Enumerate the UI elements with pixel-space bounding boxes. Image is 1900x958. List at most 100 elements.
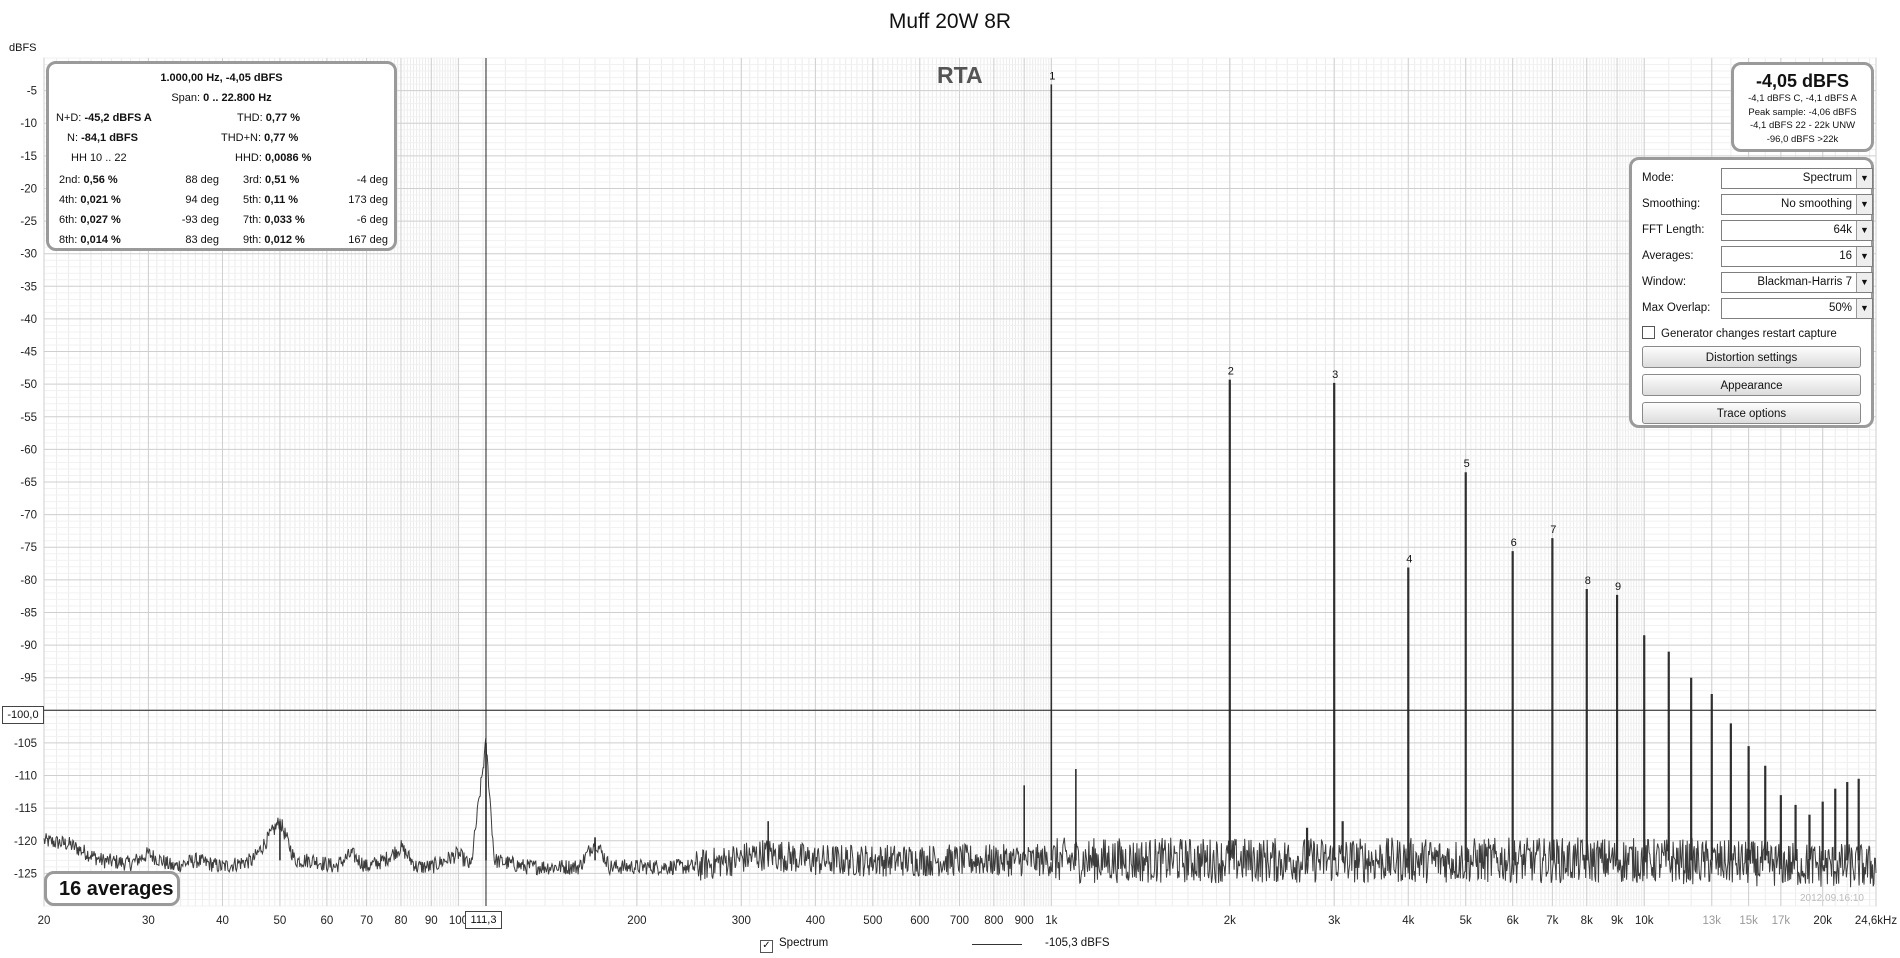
window-label: Window: [1642,276,1687,288]
harmonic-phase: 88 deg [185,174,219,186]
nd-readout: N+D: -45,2 dBFS A [56,112,152,124]
cursor-level-readout[interactable]: -100,0 [2,706,44,724]
y-tick-label: -55 [20,412,37,424]
rta-settings-panel: Mode: Spectrum ▼ Smoothing: No smoothing ▼ F… [1629,157,1874,428]
x-tick-label: 500 [863,915,882,927]
y-tick-label: -5 [27,86,37,98]
x-tick-label: 8k [1581,915,1593,927]
harmonic-marker-label: 4 [1406,553,1412,565]
y-tick-label: -35 [20,281,37,293]
y-tick-label: -85 [20,607,37,619]
hhd-readout: HHD: 0,0086 % [235,152,312,164]
timestamp: 2012.09.16:10 [1800,893,1864,904]
chevron-down-icon[interactable]: ▼ [1856,247,1872,266]
smoothing-row: Smoothing: No smoothing ▼ [1642,194,1873,215]
level-line: -4,1 dBFS 22 - 22k UNW [1749,120,1856,131]
level-meter-panel: -4,05 dBFS -4,1 dBFS C, -4,1 dBFS A Peak… [1731,62,1874,152]
thd-readout: THD: 0,77 % [237,112,300,124]
harmonic-phase: -6 deg [356,214,388,226]
rta-label: RTA [937,62,983,88]
y-tick-label: -70 [20,510,37,522]
chevron-down-icon[interactable]: ▼ [1856,273,1872,292]
harmonic-marker-label: 2 [1228,366,1234,378]
legend-line-swatch [972,944,1022,945]
hh-range-label: HH 10 .. 22 [71,152,127,164]
harmonic-readout: 9th: 0,012 % [243,234,305,246]
chevron-down-icon[interactable]: ▼ [1856,221,1872,240]
fundamental-readout: 1.000,00 Hz, -4,05 dBFS [160,72,283,84]
harmonic-phase: 94 deg [185,194,219,206]
window-select[interactable]: Blackman-Harris 7 ▼ [1721,272,1873,293]
trace-options-button[interactable]: Trace options [1642,402,1861,424]
mode-label: Mode: [1642,172,1674,184]
legend-spectrum-toggle[interactable]: ✓ Spectrum [760,937,828,953]
y-tick-label: -75 [20,542,37,554]
y-tick-label: -45 [20,347,37,359]
generator-restart-label: Generator changes restart capture [1661,328,1837,340]
harmonic-readout: 8th: 0,014 % [59,234,121,246]
chevron-down-icon[interactable]: ▼ [1856,299,1872,318]
legend-series-label: Spectrum [779,937,829,949]
harmonic-phase: -4 deg [356,174,388,186]
x-tick-label: 9k [1611,915,1623,927]
x-tick-label: 300 [732,915,751,927]
y-tick-label: -120 [14,836,37,848]
x-tick-label: 2k [1224,915,1236,927]
checkbox-checked-icon[interactable]: ✓ [760,940,773,953]
averages-label: Averages: [1642,250,1694,262]
mode-row: Mode: Spectrum ▼ [1642,168,1873,189]
x-tick-label: 50 [274,915,287,927]
checkbox-icon[interactable] [1642,326,1655,339]
y-tick-label: -80 [20,575,37,587]
y-tick-label: -105 [14,738,37,750]
harmonic-marker-label: 6 [1511,537,1517,549]
harmonic-phase: 173 deg [348,194,388,206]
harmonic-readout: 5th: 0,11 % [243,194,299,206]
harmonic-phase: 167 deg [348,234,388,246]
harmonic-readout: 3rd: 0,51 % [243,174,300,186]
x-tick-label: 900 [1015,915,1034,927]
y-tick-label: -125 [14,868,37,880]
level-line: -4,1 dBFS C, -4,1 dBFS A [1748,93,1857,104]
harmonic-marker-label: 9 [1615,581,1621,593]
chevron-down-icon[interactable]: ▼ [1856,195,1872,214]
chevron-down-icon[interactable]: ▼ [1856,169,1872,188]
averages-badge: 16 averages [44,871,180,906]
averages-row: Averages: 16 ▼ [1642,246,1873,267]
cursor-frequency-readout[interactable]: 111,3 [465,911,502,929]
x-tick-label: 600 [910,915,929,927]
max-overlap-label: Max Overlap: [1642,302,1711,314]
harmonic-marker-label: 1 [1049,70,1055,82]
x-tick-label: 15k [1739,915,1758,927]
x-tick-label: 5k [1460,915,1472,927]
x-tick-label: 3k [1328,915,1340,927]
y-tick-label: -60 [20,444,37,456]
harmonic-marker-label: 3 [1332,369,1338,381]
appearance-button[interactable]: Appearance [1642,374,1861,396]
harmonic-readout: 2nd: 0,56 % [59,174,118,186]
x-tick-label: 30 [142,915,155,927]
x-tick-label: 4k [1402,915,1414,927]
mode-select[interactable]: Spectrum ▼ [1721,168,1873,189]
averages-select[interactable]: 16 ▼ [1721,246,1873,267]
fft-length-select[interactable]: 64k ▼ [1721,220,1873,241]
harmonic-marker-label: 5 [1464,458,1470,470]
x-tick-label: 400 [806,915,825,927]
distortion-settings-button[interactable]: Distortion settings [1642,346,1861,368]
x-tick-label: 20 [38,915,51,927]
y-tick-label: -40 [20,314,37,326]
y-tick-label: -15 [20,151,37,163]
harmonic-readout: 7th: 0,033 % [243,214,305,226]
max-overlap-select[interactable]: 50% ▼ [1721,298,1873,319]
x-tick-label: 700 [950,915,969,927]
fft-length-row: FFT Length: 64k ▼ [1642,220,1873,241]
y-tick-label: -30 [20,249,37,261]
x-tick-label: 90 [425,915,438,927]
y-tick-label: -110 [15,771,37,783]
x-tick-label: 13k [1702,915,1721,927]
generator-restart-checkbox[interactable]: Generator changes restart capture [1642,326,1837,340]
smoothing-select[interactable]: No smoothing ▼ [1721,194,1873,215]
x-tick-label: 20k [1813,915,1832,927]
y-tick-label: -25 [20,216,37,228]
y-tick-label: -65 [20,477,37,489]
